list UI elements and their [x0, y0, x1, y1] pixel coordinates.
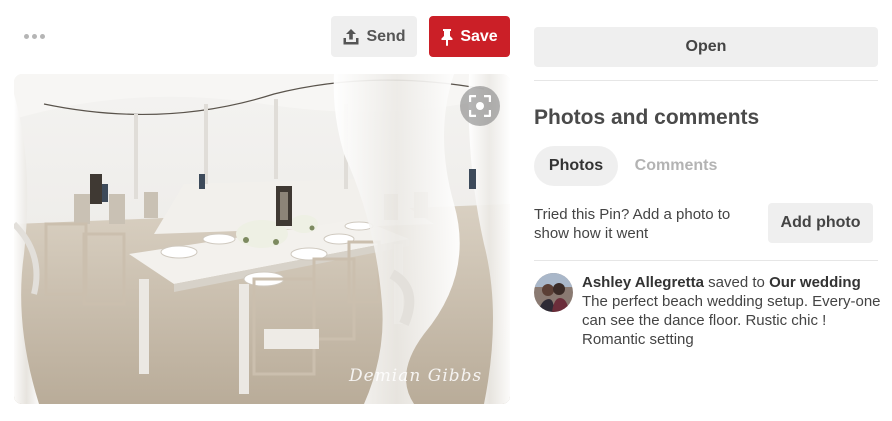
more-dot	[39, 33, 45, 39]
avatar[interactable]	[534, 273, 573, 312]
divider	[534, 80, 878, 81]
pin-description: The perfect beach wedding setup. Every-o…	[582, 293, 881, 348]
send-button[interactable]: Send	[331, 16, 417, 57]
activity-text: Ashley Allegretta saved to Our wedding T…	[582, 273, 882, 349]
divider	[534, 260, 878, 261]
more-dot	[31, 33, 37, 39]
tab-comments[interactable]: Comments	[622, 146, 730, 186]
add-photo-button[interactable]: Add photo	[768, 203, 873, 243]
more-horizontal-icon	[23, 33, 29, 39]
add-photo-label: Add photo	[780, 214, 861, 231]
share-upload-icon	[343, 28, 359, 44]
open-label: Open	[685, 38, 727, 55]
board-name-link[interactable]: Our wedding	[769, 274, 861, 291]
visual-search-button[interactable]	[460, 86, 500, 126]
pin-image[interactable]: Demian Gibbs	[14, 74, 510, 404]
pushpin-icon	[441, 28, 453, 46]
avatar-photo	[534, 273, 573, 312]
beach-wedding-photo	[14, 74, 510, 404]
save-label: Save	[460, 27, 498, 45]
photographer-watermark: Demian Gibbs	[349, 366, 483, 386]
saved-to-text: saved to	[708, 274, 765, 291]
user-name-link[interactable]: Ashley Allegretta	[582, 274, 704, 291]
section-title: Photos and comments	[534, 106, 760, 129]
tried-pin-prompt: Tried this Pin? Add a photo to show how …	[534, 206, 731, 242]
save-button[interactable]: Save	[429, 16, 510, 57]
send-label: Send	[366, 27, 406, 45]
open-button[interactable]: Open	[534, 27, 878, 67]
more-options-button[interactable]	[18, 26, 50, 46]
tab-photos[interactable]: Photos	[534, 146, 618, 186]
visual-search-icon	[469, 95, 491, 117]
